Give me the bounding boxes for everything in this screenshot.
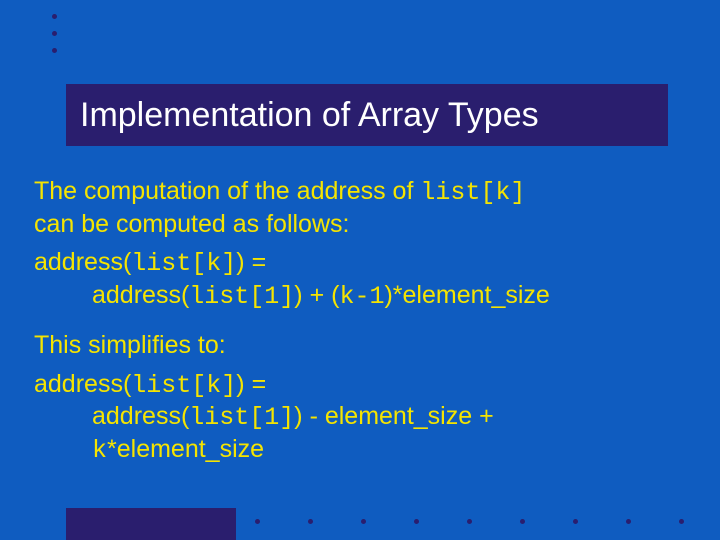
formula2-rhs-code1: list[1] <box>189 403 294 432</box>
footer-bar <box>66 508 236 540</box>
formula-lhs-pre: address( <box>34 248 131 276</box>
formula-lhs-code: list[k] <box>131 249 236 278</box>
dot-icon <box>52 31 57 36</box>
decorative-dots-bottom <box>255 519 684 524</box>
dot-icon <box>308 519 313 524</box>
formula2-rhs-mid: ) - element_size + <box>294 402 493 430</box>
dot-icon <box>679 519 684 524</box>
slide: Implementation of Array Types The comput… <box>0 0 720 540</box>
title-box: Implementation of Array Types <box>66 84 668 146</box>
formula-rhs-code2: k-1 <box>339 282 384 311</box>
intro-text-2: can be computed as follows: <box>34 210 349 238</box>
formula2-lhs-post: ) = <box>236 370 266 398</box>
dot-icon <box>467 519 472 524</box>
dot-icon <box>255 519 260 524</box>
dot-icon <box>520 519 525 524</box>
dot-icon <box>52 48 57 53</box>
formula2-rhs-pre: address( <box>92 402 189 430</box>
formula-rhs-code1: list[1] <box>189 282 294 311</box>
formula-rhs-mid: ) + ( <box>294 281 339 309</box>
dot-icon <box>52 14 57 19</box>
formula-2-rhs: address(list[1]) - element_size + k*elem… <box>34 401 708 466</box>
formula-rhs-pre: address( <box>92 281 189 309</box>
formula2-rhs2-code: k <box>92 436 107 465</box>
slide-body: The computation of the address of list[k… <box>34 176 708 484</box>
formula-rhs-post: )*element_size <box>384 281 549 309</box>
dot-icon <box>361 519 366 524</box>
dot-icon <box>573 519 578 524</box>
dot-icon <box>414 519 419 524</box>
slide-title: Implementation of Array Types <box>80 96 539 135</box>
formula-lhs-post: ) = <box>236 248 266 276</box>
formula-1-rhs: address(list[1]) + (k-1)*element_size <box>34 280 708 313</box>
dot-icon <box>626 519 631 524</box>
intro-paragraph: The computation of the address of list[k… <box>34 176 708 239</box>
formula2-lhs-pre: address( <box>34 370 131 398</box>
formula-2: address(list[k]) = address(list[1]) - el… <box>34 369 708 467</box>
formula2-lhs-code: list[k] <box>131 371 236 400</box>
formula-1: address(list[k]) = address(list[1]) + (k… <box>34 247 708 312</box>
formula2-rhs2-post: *element_size <box>107 435 264 463</box>
simplifies-text: This simplifies to: <box>34 330 708 361</box>
intro-text: The computation of the address of <box>34 177 420 205</box>
intro-code: list[k] <box>420 178 525 207</box>
decorative-dots-top <box>52 14 57 53</box>
